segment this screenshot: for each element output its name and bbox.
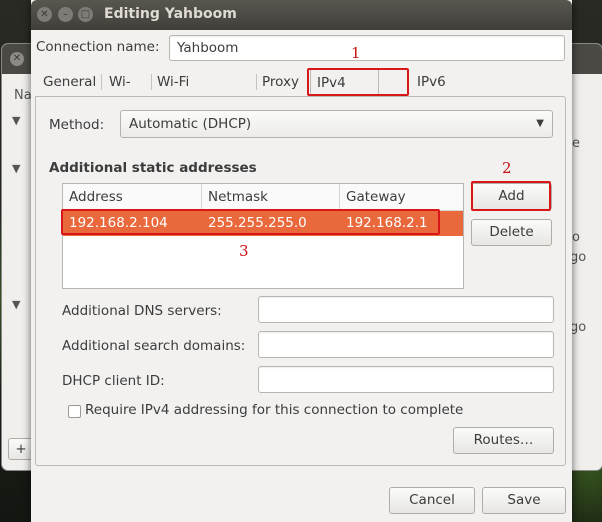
tab-ipv4-settings[interactable]: IPv4 Settings — [310, 68, 380, 119]
maximize-icon[interactable]: □ — [78, 7, 93, 22]
dns-servers-label: Additional DNS servers: — [62, 303, 222, 319]
addresses-table: Address Netmask Gateway 192.168.2.104 25… — [62, 183, 464, 289]
background-expander-icon: ▼ — [12, 298, 21, 311]
cell-address[interactable]: 192.168.2.104 — [63, 211, 168, 236]
column-header-netmask[interactable]: Netmask — [202, 184, 340, 211]
dns-servers-field[interactable] — [258, 296, 554, 323]
dhcp-client-id-field[interactable] — [258, 366, 554, 393]
background-close-icon[interactable]: ✕ — [10, 52, 24, 66]
dhcp-client-id-label: DHCP client ID: — [62, 373, 165, 389]
minimize-icon[interactable]: – — [58, 7, 73, 22]
delete-button[interactable]: Delete — [471, 219, 552, 246]
background-expander-icon: ▼ — [12, 162, 21, 175]
annotation-number: 2 — [502, 159, 512, 177]
cancel-button[interactable]: Cancel — [389, 487, 475, 514]
tab-wifi-security[interactable]: Wi-Fi Security — [151, 68, 218, 118]
annotation-number: 1 — [351, 44, 361, 62]
connection-name-label: Connection name: — [36, 39, 160, 55]
background-text: o — [572, 230, 580, 245]
chevron-down-icon: ▼ — [536, 118, 544, 129]
static-addresses-heading: Additional static addresses — [49, 160, 257, 176]
column-header-gateway[interactable]: Gateway — [340, 184, 463, 211]
close-icon[interactable]: ✕ — [37, 7, 52, 22]
column-header-address[interactable]: Address — [63, 184, 202, 211]
editing-dialog: ✕ – □ Editing Yahboom Connection name: Y… — [31, 0, 572, 522]
ipv4-panel: Method: Automatic (DHCP) ▼ Additional st… — [35, 96, 566, 466]
add-button[interactable]: Add — [471, 183, 552, 210]
tab-general[interactable]: General — [37, 68, 102, 96]
search-domains-field[interactable] — [258, 331, 554, 358]
require-ipv4-label: Require IPv4 addressing for this connect… — [85, 402, 464, 418]
tab-separator — [101, 74, 102, 90]
require-ipv4-checkbox[interactable] — [68, 405, 81, 418]
method-select[interactable]: Automatic (DHCP) ▼ — [120, 110, 553, 138]
window-title: Editing Yahboom — [104, 6, 237, 22]
tab-ipv6-settings[interactable]: IPv6 Settings — [411, 68, 478, 118]
background-text: go — [570, 250, 587, 265]
cell-gateway[interactable]: 192.168.2.1 — [340, 211, 428, 236]
background-text: go — [570, 320, 587, 335]
tab-proxy[interactable]: Proxy — [256, 68, 305, 96]
background-expander-icon: ▼ — [12, 114, 21, 127]
title-bar: ✕ – □ Editing Yahboom — [31, 0, 572, 30]
search-domains-label: Additional search domains: — [62, 338, 246, 354]
annotation-number: 3 — [239, 242, 249, 260]
connection-name-field[interactable]: Yahboom — [169, 35, 565, 61]
background-column-header: Na — [14, 88, 32, 103]
tab-wifi[interactable]: Wi-Fi — [103, 68, 137, 118]
table-row[interactable]: 192.168.2.104 255.255.255.0 192.168.2.1 — [63, 211, 463, 236]
cell-netmask[interactable]: 255.255.255.0 — [202, 211, 307, 236]
method-value: Automatic (DHCP) — [129, 116, 252, 132]
routes-button[interactable]: Routes… — [453, 427, 554, 454]
method-label: Method: — [49, 117, 105, 133]
save-button[interactable]: Save — [482, 487, 566, 514]
background-text: e — [572, 136, 580, 151]
